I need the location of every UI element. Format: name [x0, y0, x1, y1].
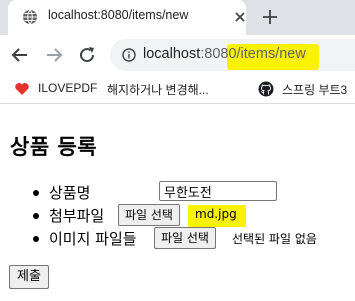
reload-icon[interactable]: [77, 45, 97, 65]
info-icon[interactable]: [122, 48, 136, 62]
url-port: :8080: [200, 46, 237, 62]
bookmark-label: 해지하거나 변경해...: [107, 83, 209, 97]
bookmarks-bar: ILOVEPDF 해지하거나 변경해... 스프링 부트3: [0, 75, 355, 104]
forward-arrow-icon[interactable]: [44, 45, 64, 65]
bookmark-label: ILOVEPDF: [38, 81, 98, 95]
name-label: 상품명: [49, 184, 91, 202]
bullet-icon: [33, 213, 39, 219]
attach-label: 첨부파일: [49, 207, 105, 225]
tab-title: localhost:8080/items/new: [48, 8, 189, 22]
bullet-icon: [33, 236, 39, 242]
back-arrow-icon[interactable]: [10, 45, 30, 65]
bookmark-label: 스프링 부트3: [282, 83, 348, 97]
submit-button[interactable]: 제출: [9, 265, 49, 289]
attach-file-button[interactable]: 파일 선택: [118, 204, 180, 226]
plus-icon[interactable]: [261, 8, 279, 26]
address-bar[interactable]: localhost:8080/items/new: [110, 39, 355, 71]
github-icon: [258, 81, 274, 97]
bookmark-spring-boot[interactable]: 스프링 부트3: [258, 80, 355, 98]
page-title: 상품 등록: [10, 135, 98, 159]
browser-tab[interactable]: localhost:8080/items/new: [8, 0, 246, 35]
bookmark-unsubscribe[interactable]: 해지하거나 변경해...: [107, 80, 247, 98]
item-name-input[interactable]: [159, 181, 277, 201]
attach-file-status: md.jpg: [195, 207, 237, 221]
globe-icon: [23, 9, 37, 25]
bullet-icon: [33, 190, 39, 196]
images-file-status: 선택된 파일 없음: [232, 232, 317, 246]
close-icon[interactable]: [233, 10, 247, 24]
tab-strip: localhost:8080/items/new: [0, 0, 355, 35]
page-content: 상품 등록 상품명 첨부파일 파일 선택 md.jpg 이미지 파일들 파일 선…: [0, 104, 355, 301]
browser-toolbar: localhost:8080/items/new: [0, 35, 355, 75]
images-file-button[interactable]: 파일 선택: [154, 227, 216, 249]
url-host: localhost: [143, 46, 201, 62]
heart-icon: [15, 83, 29, 95]
images-label: 이미지 파일들: [49, 230, 137, 248]
url-path: /items/new: [236, 46, 306, 62]
url-text: localhost:8080/items/new: [143, 46, 306, 62]
